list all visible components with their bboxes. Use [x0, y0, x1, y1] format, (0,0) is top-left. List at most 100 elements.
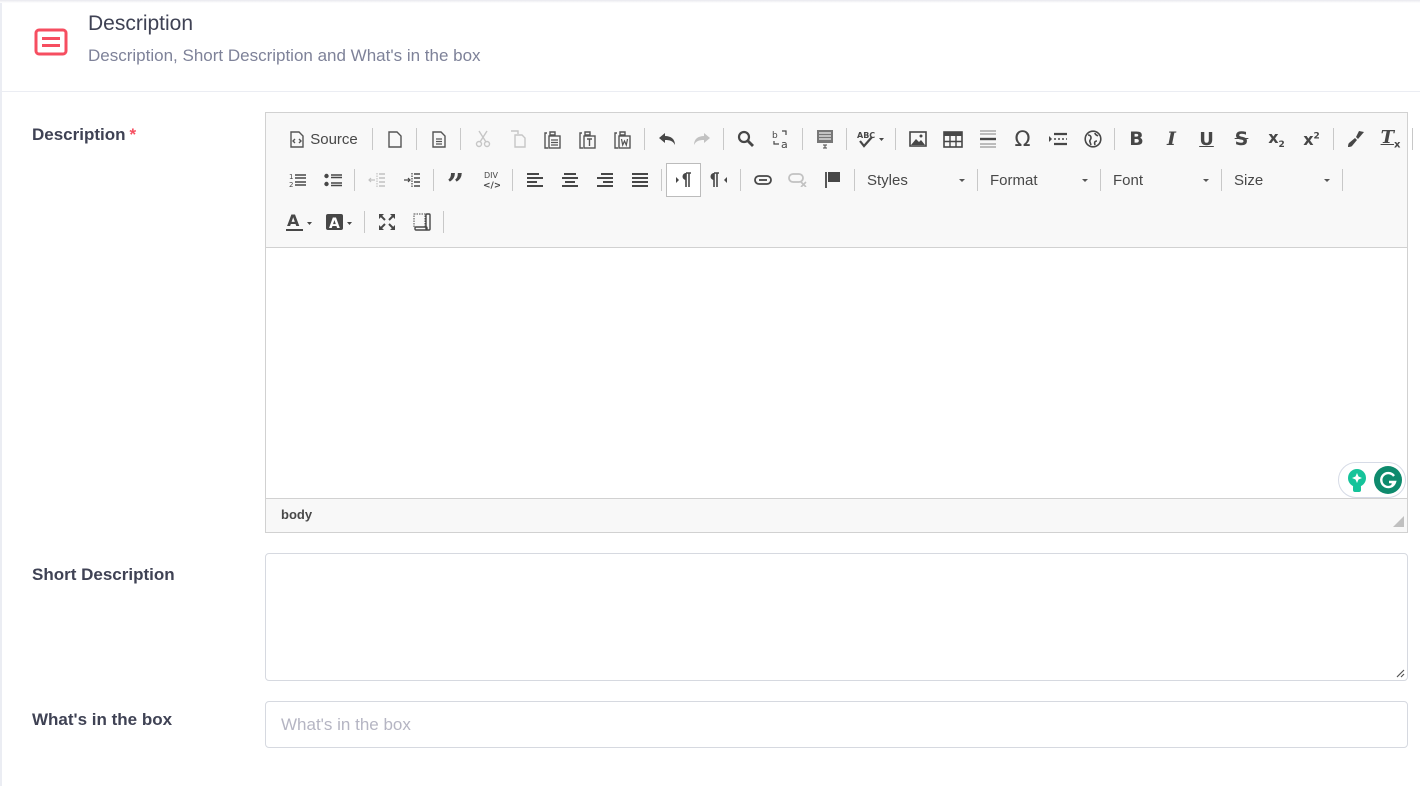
whats-in-box-input[interactable] [265, 701, 1408, 748]
indent-icon [403, 173, 420, 187]
image-button[interactable] [900, 122, 935, 156]
numbered-list-icon: 12 [289, 173, 306, 188]
subscript-button[interactable]: x2 [1259, 122, 1294, 156]
preview-icon [431, 130, 446, 148]
special-char-button[interactable]: Ω [1005, 122, 1040, 156]
paste-word-icon [614, 130, 631, 149]
spellcheck-button[interactable]: ABC [851, 122, 891, 156]
globe-icon [1083, 130, 1102, 148]
bullet-list-icon [323, 173, 342, 187]
svg-text:ABC: ABC [857, 131, 875, 140]
textarea-resize-handle[interactable] [1395, 668, 1405, 678]
div-icon: DIV</> [483, 171, 500, 190]
link-button[interactable] [745, 163, 780, 197]
grammarly-widget[interactable] [1338, 462, 1406, 498]
toolbar-separator [1221, 169, 1222, 191]
strikethrough-button[interactable]: S [1224, 122, 1259, 156]
show-blocks-button[interactable] [404, 205, 439, 239]
source-button[interactable]: Source [280, 122, 368, 156]
chevron-down-icon [1324, 178, 1330, 182]
font-dropdown[interactable]: Font [1105, 163, 1217, 197]
toolbar-separator [354, 169, 355, 191]
toolbar-separator [1412, 128, 1413, 150]
toolbar-separator [1342, 169, 1343, 191]
description-label: Description * [32, 125, 136, 145]
background-color-icon: A [326, 214, 352, 232]
create-div-button[interactable]: DIV </> [473, 163, 508, 197]
size-dropdown[interactable]: Size [1226, 163, 1338, 197]
card-header: Description Description, Short Descripti… [2, 0, 1420, 92]
italic-button[interactable]: I [1154, 122, 1189, 156]
left-border [0, 0, 2, 786]
find-icon [737, 130, 754, 147]
align-left-button[interactable] [517, 163, 552, 197]
paste-text-button[interactable] [570, 122, 605, 156]
table-icon [942, 130, 963, 148]
select-all-button[interactable] [807, 122, 842, 156]
rtl-button[interactable] [701, 163, 736, 197]
horizontal-rule-button[interactable] [970, 122, 1005, 156]
outdent-icon [367, 173, 385, 187]
undo-button[interactable] [649, 122, 684, 156]
chevron-down-icon [1082, 178, 1088, 182]
table-button[interactable] [935, 122, 970, 156]
unlink-icon [787, 173, 807, 187]
toolbar-separator [740, 169, 741, 191]
new-page-icon [387, 130, 402, 148]
text-color-button[interactable]: A [280, 205, 320, 239]
paste-word-button[interactable] [605, 122, 640, 156]
remove-format-icon: Tx [1380, 127, 1401, 151]
svg-text:A: A [287, 212, 300, 230]
font-label: Font [1113, 171, 1144, 189]
numbered-list-button[interactable]: 12 [280, 163, 315, 197]
copy-format-button[interactable] [1338, 122, 1373, 156]
remove-format-button[interactable]: Tx [1373, 122, 1408, 156]
anchor-button[interactable] [815, 163, 850, 197]
find-button[interactable] [728, 122, 763, 156]
grammarly-icon[interactable] [1374, 466, 1402, 494]
background-color-button[interactable]: A [320, 205, 360, 239]
paintbrush-icon [1347, 131, 1364, 147]
short-description-textarea[interactable] [265, 553, 1408, 681]
blockquote-button[interactable]: ” [438, 163, 473, 201]
cut-button[interactable] [465, 122, 500, 156]
iframe-button[interactable] [1075, 122, 1110, 156]
bullet-list-button[interactable] [315, 163, 350, 197]
editor-content-area[interactable] [266, 248, 1407, 499]
underline-icon: U [1199, 128, 1214, 150]
editor-toolbar: Source b a ABC Ω B I U S x2 x2 Tx 1 2 ” … [266, 113, 1413, 248]
italic-icon: I [1167, 128, 1176, 150]
styles-label: Styles [867, 171, 908, 189]
align-center-button[interactable] [552, 163, 587, 197]
toolbar-separator [1114, 128, 1115, 150]
ltr-button[interactable] [666, 163, 701, 197]
chevron-down-icon [959, 178, 965, 182]
editor-resize-handle[interactable] [1393, 516, 1404, 527]
copy-button[interactable] [500, 122, 535, 156]
description-label-text: Description [32, 125, 126, 144]
toolbar-separator [512, 169, 513, 191]
format-dropdown[interactable]: Format [982, 163, 1096, 197]
bold-button[interactable]: B [1119, 122, 1154, 156]
align-right-button[interactable] [587, 163, 622, 197]
redo-button[interactable] [684, 122, 719, 156]
svg-text:A: A [329, 216, 340, 232]
format-label: Format [990, 171, 1038, 189]
superscript-button[interactable]: x2 [1294, 122, 1329, 156]
source-label: Source [310, 130, 358, 148]
preview-button[interactable] [421, 122, 456, 156]
paste-button[interactable] [535, 122, 570, 156]
indent-button[interactable] [394, 163, 429, 197]
justify-button[interactable] [622, 163, 657, 197]
maximize-button[interactable] [369, 205, 404, 239]
styles-dropdown[interactable]: Styles [859, 163, 973, 197]
underline-button[interactable]: U [1189, 122, 1224, 156]
toolbar-separator [372, 128, 373, 150]
outdent-button[interactable] [359, 163, 394, 197]
page-break-button[interactable] [1040, 122, 1075, 156]
unlink-button[interactable] [780, 163, 815, 197]
element-path[interactable]: body [281, 507, 312, 522]
strikethrough-icon: S [1234, 128, 1249, 150]
new-page-button[interactable] [377, 122, 412, 156]
replace-button[interactable]: ba [763, 122, 798, 156]
